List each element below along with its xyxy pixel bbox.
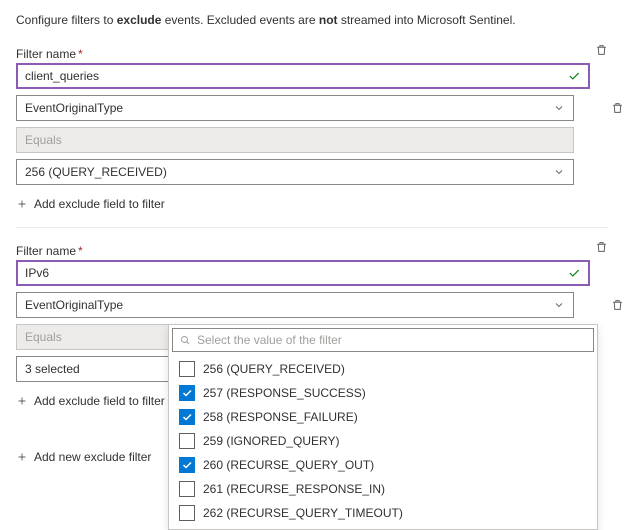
dropdown-option-label: 262 (RECURSE_QUERY_TIMEOUT) [203,506,403,520]
chevron-down-icon [553,102,565,114]
field-select[interactable]: EventOriginalType [16,292,574,318]
add-field-label: Add exclude field to filter [34,197,165,211]
checkbox[interactable] [179,433,195,449]
chevron-down-icon [553,166,565,178]
desc-bold2: not [319,13,338,27]
value-value: 256 (QUERY_RECEIVED) [25,165,167,179]
add-field-label: Add exclude field to filter [34,394,165,408]
delete-filter-button[interactable] [595,240,608,257]
checkbox[interactable] [179,385,195,401]
chevron-down-icon [553,299,565,311]
dropdown-option-label: 256 (QUERY_RECEIVED) [203,362,345,376]
checkmark-icon [181,387,193,399]
filter-name-value: IPv6 [25,266,49,280]
dropdown-option-label: 257 (RESPONSE_SUCCESS) [203,386,366,400]
dropdown-search-input[interactable]: Select the value of the filter [172,328,594,352]
desc-bold1: exclude [117,13,162,27]
checkbox[interactable] [179,505,195,521]
required-asterisk: * [78,244,83,258]
desc-pre: Configure filters to [16,13,117,27]
plus-icon [16,451,28,463]
filter-name-input[interactable]: client_queries [16,63,590,89]
trash-icon [611,298,624,312]
value-value: 3 selected [25,362,80,376]
filter-name-label-row: Filter name * [16,244,608,258]
filter-name-label-row: Filter name * [16,47,608,61]
checkmark-icon [181,459,193,471]
dropdown-option-label: 259 (IGNORED_QUERY) [203,434,339,448]
checkbox[interactable] [179,409,195,425]
trash-icon [595,43,608,57]
filter-name-input[interactable]: IPv6 [16,260,590,286]
operator-placeholder: Equals [25,330,62,344]
filter-name-label: Filter name [16,244,76,258]
dropdown-option-list: 256 (QUERY_RECEIVED) 257 (RESPONSE_SUCCES… [169,355,597,529]
filter-name-value: client_queries [25,69,99,83]
operator-placeholder: Equals [25,133,62,147]
checkbox[interactable] [179,481,195,497]
operator-select[interactable]: Equals [16,127,574,153]
search-icon [179,334,191,346]
desc-mid: events. Excluded events are [161,13,318,27]
field-value: EventOriginalType [25,101,123,115]
dropdown-option[interactable]: 256 (QUERY_RECEIVED) [169,357,597,381]
dropdown-option[interactable]: 260 (RECURSE_QUERY_OUT) [169,453,597,477]
divider [16,227,608,228]
dropdown-option-label: 258 (RESPONSE_FAILURE) [203,410,358,424]
dropdown-option[interactable]: 262 (RECURSE_QUERY_TIMEOUT) [169,501,597,525]
value-dropdown-panel: Select the value of the filter 256 (QUER… [168,324,598,530]
dropdown-option[interactable]: 257 (RESPONSE_SUCCESS) [169,381,597,405]
checkbox[interactable] [179,457,195,473]
required-asterisk: * [78,47,83,61]
desc-post: streamed into Microsoft Sentinel. [338,13,516,27]
trash-icon [611,101,624,115]
check-icon [567,69,581,83]
dropdown-option-label: 261 (RECURSE_RESPONSE_IN) [203,482,385,496]
delete-filter-button[interactable] [595,43,608,60]
dropdown-option-label: 260 (RECURSE_QUERY_OUT) [203,458,374,472]
checkmark-icon [181,411,193,423]
checkbox[interactable] [179,361,195,377]
field-select[interactable]: EventOriginalType [16,95,574,121]
dropdown-option[interactable]: 261 (RECURSE_RESPONSE_IN) [169,477,597,501]
check-icon [567,266,581,280]
delete-field-button[interactable] [611,101,624,118]
dropdown-option[interactable]: 259 (IGNORED_QUERY) [169,429,597,453]
filter-name-label: Filter name [16,47,76,61]
plus-icon [16,198,28,210]
value-select[interactable]: 256 (QUERY_RECEIVED) [16,159,574,185]
delete-field-button[interactable] [611,298,624,315]
field-value: EventOriginalType [25,298,123,312]
add-new-filter-label: Add new exclude filter [34,450,151,464]
filter-block-1: Filter name * client_queries EventOrigin… [16,47,608,217]
add-field-button[interactable]: Add exclude field to filter [16,191,608,217]
trash-icon [595,240,608,254]
description-text: Configure filters to exclude events. Exc… [16,12,608,29]
dropdown-option[interactable]: 258 (RESPONSE_FAILURE) [169,405,597,429]
dropdown-search-placeholder: Select the value of the filter [197,333,342,347]
plus-icon [16,395,28,407]
